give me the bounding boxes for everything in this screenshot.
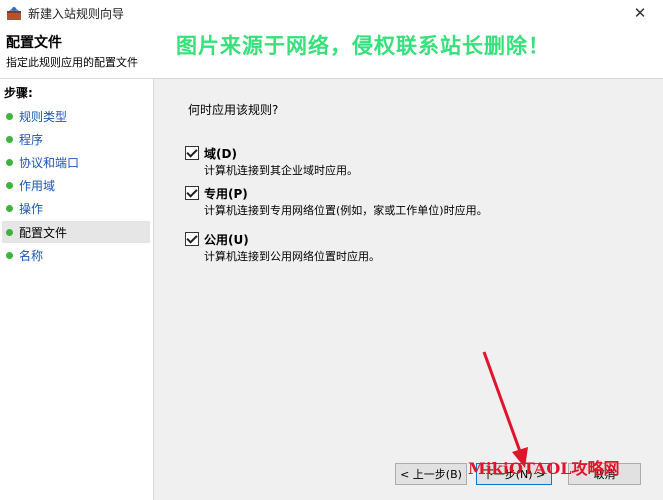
public-checkbox[interactable] bbox=[185, 232, 199, 246]
watermark-text: 图片来源于网络，侵权联系站长删除！ bbox=[176, 34, 550, 58]
firewall-app-icon bbox=[7, 7, 21, 20]
public-description: 计算机连接到公用网络位置时应用。 bbox=[204, 250, 380, 263]
step-name[interactable]: 名称 bbox=[2, 244, 150, 266]
public-label: 公用(U) bbox=[204, 233, 249, 247]
question-text: 何时应用该规则? bbox=[188, 103, 279, 117]
steps-heading: 步骤: bbox=[4, 86, 33, 100]
domain-description: 计算机连接到其企业域时应用。 bbox=[204, 164, 358, 177]
step-label: 配置文件 bbox=[19, 225, 68, 240]
step-program[interactable]: 程序 bbox=[2, 128, 150, 150]
step-scope[interactable]: 作用域 bbox=[2, 174, 150, 196]
site-watermark: MikiOTAOL攻略网 bbox=[468, 459, 620, 478]
step-bullet-icon bbox=[6, 112, 13, 120]
step-label: 名称 bbox=[19, 248, 44, 263]
back-button[interactable]: < 上一步(B) bbox=[395, 463, 467, 485]
window-title: 新建入站规则向导 bbox=[28, 7, 125, 21]
step-bullet-icon bbox=[6, 251, 13, 259]
step-bullet-icon bbox=[6, 135, 13, 143]
main-panel: 何时应用该规则? 域(D) 计算机连接到其企业域时应用。 专用(P) 计算机连接… bbox=[154, 79, 663, 500]
step-bullet-icon bbox=[6, 158, 13, 166]
step-label: 规则类型 bbox=[19, 109, 68, 124]
step-bullet-icon bbox=[6, 228, 13, 236]
private-checkbox[interactable] bbox=[185, 186, 199, 200]
domain-label: 域(D) bbox=[204, 147, 237, 161]
step-profile[interactable]: 配置文件 bbox=[2, 221, 150, 243]
title-bar: 新建入站规则向导 ✕ bbox=[0, 0, 663, 26]
private-description: 计算机连接到专用网络位置(例如，家或工作单位)时应用。 bbox=[204, 204, 488, 217]
close-icon: ✕ bbox=[633, 4, 647, 22]
step-action[interactable]: 操作 bbox=[2, 197, 150, 219]
step-bullet-icon bbox=[6, 181, 13, 189]
private-label: 专用(P) bbox=[204, 187, 248, 201]
step-rule-type[interactable]: 规则类型 bbox=[2, 105, 150, 127]
step-bullet-icon bbox=[6, 204, 13, 212]
step-label: 程序 bbox=[19, 132, 44, 147]
page-title: 配置文件 bbox=[6, 35, 62, 51]
wizard-header: 配置文件 指定此规则应用的配置文件 图片来源于网络，侵权联系站长删除！ bbox=[0, 26, 663, 78]
step-label: 协议和端口 bbox=[19, 155, 80, 170]
step-label: 操作 bbox=[19, 201, 44, 216]
domain-checkbox[interactable] bbox=[185, 146, 199, 160]
close-button[interactable]: ✕ bbox=[617, 0, 663, 26]
steps-sidebar: 步骤: 规则类型 程序 协议和端口 作用域 操作 配置文件 名称 bbox=[0, 79, 154, 500]
page-subtitle: 指定此规则应用的配置文件 bbox=[6, 56, 138, 69]
step-protocol-ports[interactable]: 协议和端口 bbox=[2, 151, 150, 173]
step-label: 作用域 bbox=[19, 178, 56, 193]
